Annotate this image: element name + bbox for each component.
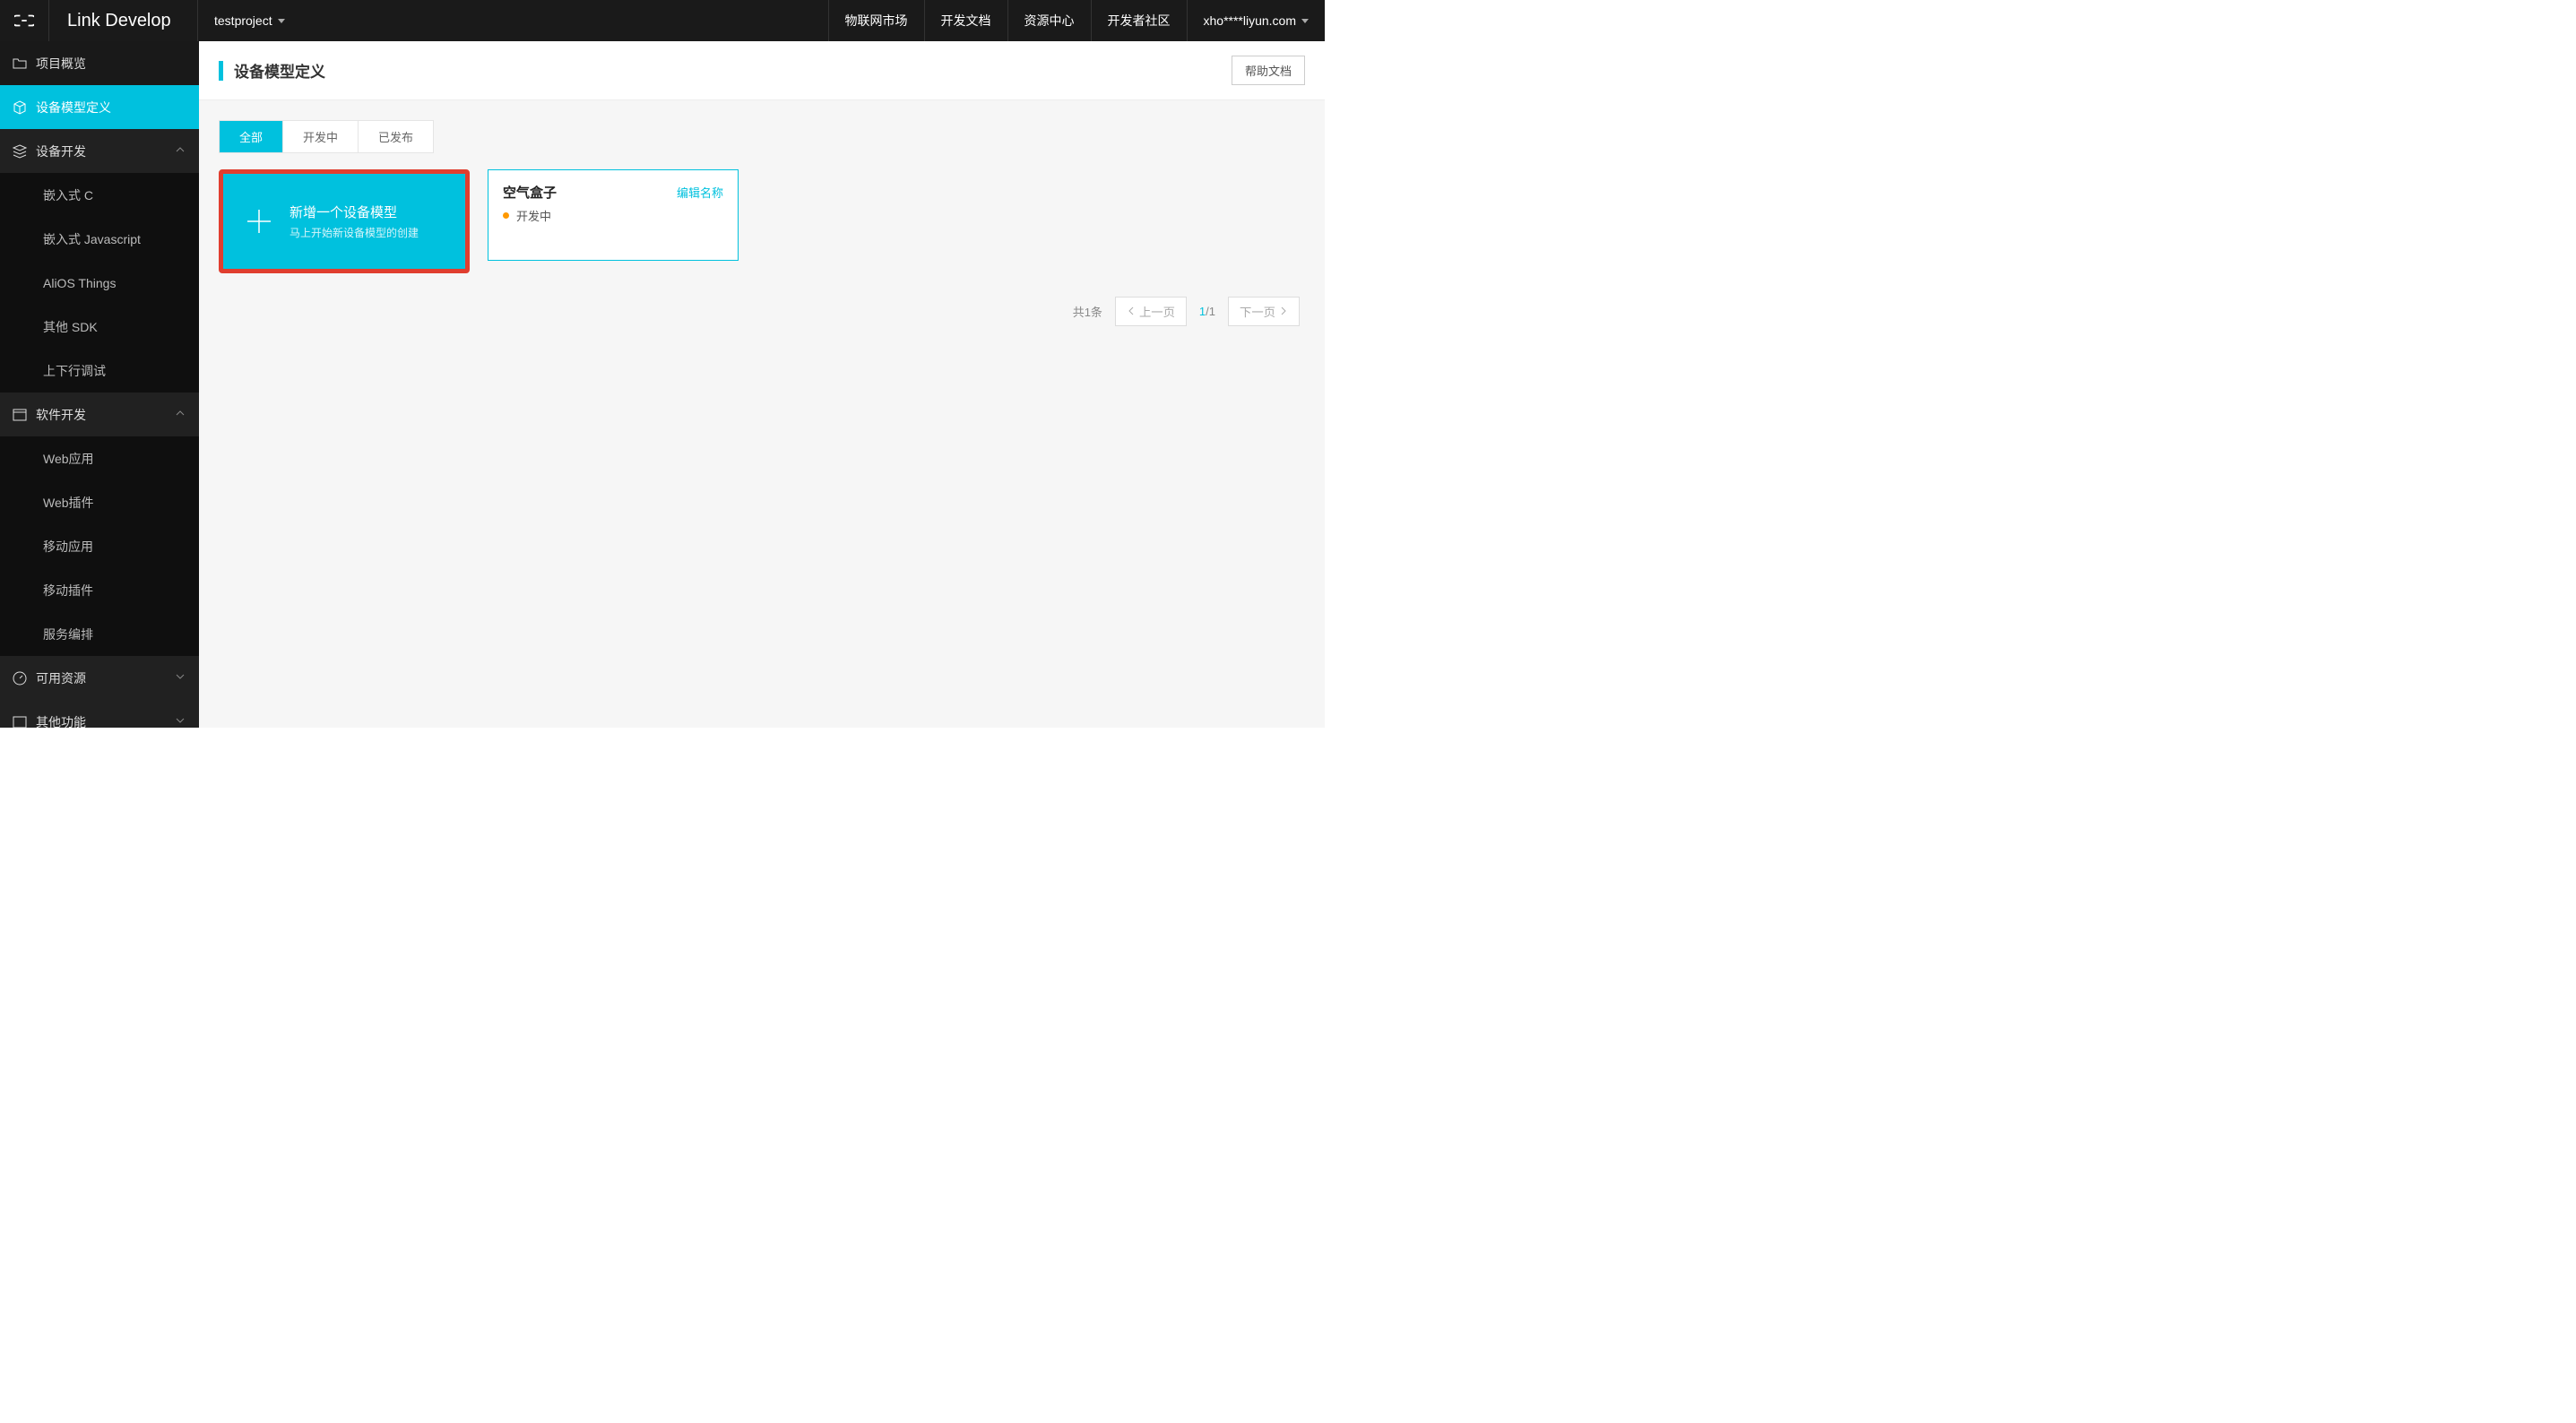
chevron-down-icon (278, 19, 285, 23)
edit-name-link[interactable]: 编辑名称 (677, 184, 723, 201)
more-icon (13, 715, 27, 729)
sidebar-label: 设备开发 (36, 142, 86, 160)
sidebar-item-model-def[interactable]: 设备模型定义 (0, 85, 199, 129)
nav-resource-center[interactable]: 资源中心 (1007, 0, 1091, 41)
main-content: 设备模型定义 帮助文档 全部 开发中 已发布 新增一个设备模型 马上开始新设备模… (199, 41, 1325, 728)
sidebar-group-software-dev[interactable]: 软件开发 (0, 392, 199, 436)
sidebar-sub-web-plugin[interactable]: Web插件 (0, 480, 199, 524)
sidebar-group-other[interactable]: 其他功能 (0, 700, 199, 728)
add-device-model-card[interactable]: 新增一个设备模型 马上开始新设备模型的创建 (219, 169, 470, 273)
chevron-left-icon (1127, 305, 1136, 318)
pagination: 共1条 上一页 1/1 下一页 (219, 297, 1305, 326)
dashboard-icon (13, 671, 27, 686)
chevron-up-icon (174, 407, 186, 422)
chevron-down-icon (174, 714, 186, 728)
project-selector[interactable]: testproject (198, 13, 301, 28)
sidebar-sub-embedded-js[interactable]: 嵌入式 Javascript (0, 217, 199, 261)
sidebar-sub-web-app[interactable]: Web应用 (0, 436, 199, 480)
prev-page-button[interactable]: 上一页 (1115, 297, 1187, 326)
sidebar-group-device-dev[interactable]: 设备开发 (0, 129, 199, 173)
help-docs-button[interactable]: 帮助文档 (1232, 56, 1305, 85)
header-nav: 物联网市场 开发文档 资源中心 开发者社区 (828, 0, 1187, 41)
sidebar-sub-embedded-c[interactable]: 嵌入式 C (0, 173, 199, 217)
chevron-up-icon (174, 143, 186, 159)
next-page-button[interactable]: 下一页 (1228, 297, 1300, 326)
nav-dev-community[interactable]: 开发者社区 (1091, 0, 1187, 41)
sidebar-label: 软件开发 (36, 406, 86, 424)
filter-tabs: 全部 开发中 已发布 (219, 120, 434, 153)
device-name: 空气盒子 (503, 183, 557, 202)
page-title: 设备模型定义 (234, 59, 325, 82)
folder-icon (13, 56, 27, 71)
sidebar-sub-service-orch[interactable]: 服务编排 (0, 612, 199, 656)
brand-title[interactable]: Link Develop (49, 0, 198, 41)
sidebar-label: 设备模型定义 (36, 99, 111, 116)
user-menu[interactable]: xho****liyun.com (1187, 0, 1326, 41)
next-label: 下一页 (1240, 303, 1275, 320)
layers-icon (13, 144, 27, 159)
page-indicator: 1/1 (1199, 305, 1215, 318)
sidebar-sub-mobile-plugin[interactable]: 移动插件 (0, 568, 199, 612)
chevron-down-icon (1301, 19, 1309, 23)
sidebar-sub-alios[interactable]: AliOS Things (0, 261, 199, 305)
tab-developing[interactable]: 开发中 (283, 121, 359, 152)
title-accent-bar (219, 61, 223, 81)
project-name: testproject (214, 13, 272, 28)
page-header: 设备模型定义 帮助文档 (199, 41, 1325, 100)
nav-iot-market[interactable]: 物联网市场 (828, 0, 924, 41)
sidebar-label: 可用资源 (36, 669, 86, 687)
add-card-title: 新增一个设备模型 (290, 203, 419, 221)
total-pages: 1 (1209, 305, 1215, 318)
tab-all[interactable]: 全部 (220, 121, 283, 152)
cube-icon (13, 100, 27, 115)
sidebar-sub-updown-debug[interactable]: 上下行调试 (0, 349, 199, 392)
sidebar-label: 其他功能 (36, 713, 86, 729)
total-count-text: 共1条 (1073, 303, 1102, 320)
device-model-card[interactable]: 空气盒子 编辑名称 开发中 (488, 169, 739, 261)
status-text: 开发中 (516, 207, 551, 224)
chevron-down-icon (174, 670, 186, 686)
sidebar-item-overview[interactable]: 项目概览 (0, 41, 199, 85)
plus-icon (243, 205, 275, 237)
window-icon (13, 408, 27, 422)
add-card-subtitle: 马上开始新设备模型的创建 (290, 225, 419, 240)
nav-dev-docs[interactable]: 开发文档 (924, 0, 1007, 41)
sidebar-sub-other-sdk[interactable]: 其他 SDK (0, 305, 199, 349)
status-dot-icon (503, 212, 509, 219)
sidebar-sub-mobile-app[interactable]: 移动应用 (0, 524, 199, 568)
sidebar-label: 项目概览 (36, 55, 86, 73)
sidebar: 项目概览 设备模型定义 设备开发 嵌入式 C 嵌入式 Javascript Al… (0, 41, 199, 728)
chevron-right-icon (1279, 305, 1288, 318)
tab-published[interactable]: 已发布 (359, 121, 433, 152)
prev-label: 上一页 (1139, 303, 1175, 320)
top-header: Link Develop testproject 物联网市场 开发文档 资源中心… (0, 0, 1325, 41)
user-email: xho****liyun.com (1204, 0, 1297, 41)
sidebar-group-resources[interactable]: 可用资源 (0, 656, 199, 700)
logo-icon[interactable] (0, 0, 49, 41)
